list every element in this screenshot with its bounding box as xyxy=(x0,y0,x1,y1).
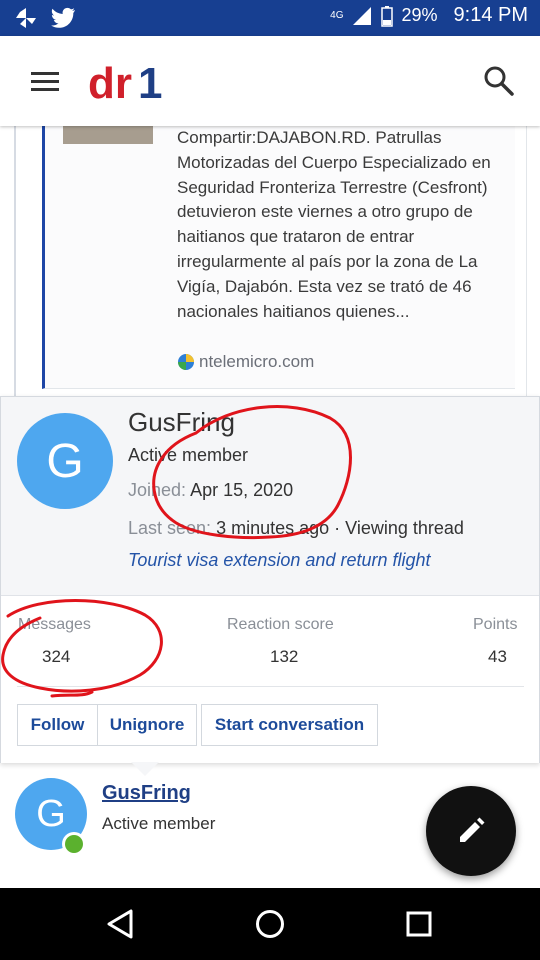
follow-button[interactable]: Follow xyxy=(17,704,98,746)
stats-divider xyxy=(17,686,524,687)
back-icon[interactable] xyxy=(105,908,137,940)
signal-icon xyxy=(353,6,372,25)
points-label: Points xyxy=(473,616,518,633)
pinwheel-icon xyxy=(16,8,36,28)
compose-button[interactable] xyxy=(426,786,516,876)
online-status-icon xyxy=(62,832,86,856)
joined-value: Apr 15, 2020 xyxy=(190,480,294,500)
clock: 9:14 PM xyxy=(453,4,528,26)
link-preview[interactable]: Compartir:DAJABON.RD. Patrullas Motoriza… xyxy=(42,126,515,389)
svg-text:1: 1 xyxy=(138,59,162,106)
quote-container: Compartir:DAJABON.RD. Patrullas Motoriza… xyxy=(14,126,527,396)
network-label: 4G xyxy=(330,10,344,21)
hamburger-icon[interactable] xyxy=(31,72,59,92)
reaction-score-label: Reaction score xyxy=(227,616,334,633)
logo-text: dr xyxy=(88,59,132,106)
start-conversation-button[interactable]: Start conversation xyxy=(201,704,378,746)
member-last-seen: Last seen: 3 minutes ago · Viewing threa… xyxy=(128,518,464,539)
system-nav-bar xyxy=(0,888,540,960)
member-joined: Joined: Apr 15, 2020 xyxy=(128,480,293,501)
home-icon[interactable] xyxy=(254,908,286,940)
pencil-icon xyxy=(460,817,485,842)
messages-value[interactable]: 324 xyxy=(42,647,70,667)
twitter-icon xyxy=(51,7,75,28)
member-stats: Messages 324 Reaction score 132 Points 4… xyxy=(1,595,539,763)
author-avatar-letter: G xyxy=(36,792,66,835)
article-thumbnail[interactable] xyxy=(63,126,153,144)
member-avatar[interactable]: G xyxy=(17,413,113,509)
site-logo[interactable]: dr 1 xyxy=(88,58,168,111)
article-source[interactable]: ntelemicro.com xyxy=(177,352,314,372)
battery-percent: 29% xyxy=(401,5,438,25)
author-role: Active member xyxy=(102,814,216,833)
last-seen-label: Last seen: xyxy=(128,518,212,538)
author-name-link[interactable]: GusFring xyxy=(102,782,191,805)
search-icon[interactable] xyxy=(482,64,516,98)
points-value: 43 xyxy=(488,647,507,666)
tooltip-pointer xyxy=(131,762,159,776)
member-avatar-letter: G xyxy=(46,434,84,488)
battery-icon xyxy=(381,5,394,27)
reaction-score-value: 132 xyxy=(270,647,299,666)
messages-label: Messages xyxy=(18,616,91,633)
member-tooltip: G GusFring Active member Joined: Apr 15,… xyxy=(0,396,540,763)
member-username[interactable]: GusFring xyxy=(128,407,235,438)
source-domain: ntelemicro.com xyxy=(199,352,315,371)
recents-icon[interactable] xyxy=(405,910,433,938)
site-favicon-icon xyxy=(178,354,194,370)
app-header: dr 1 xyxy=(0,36,540,126)
unignore-button[interactable]: Unignore xyxy=(97,704,197,746)
joined-label: Joined: xyxy=(128,480,187,500)
status-bar: 4G 29% 9:14 PM xyxy=(0,0,540,36)
article-snippet[interactable]: Compartir:DAJABON.RD. Patrullas Motoriza… xyxy=(177,126,507,324)
member-status: Active member xyxy=(128,445,249,465)
last-seen-value: 3 minutes ago · Viewing thread xyxy=(216,518,464,538)
viewing-thread-link[interactable]: Tourist visa extension and return flight xyxy=(128,550,431,571)
